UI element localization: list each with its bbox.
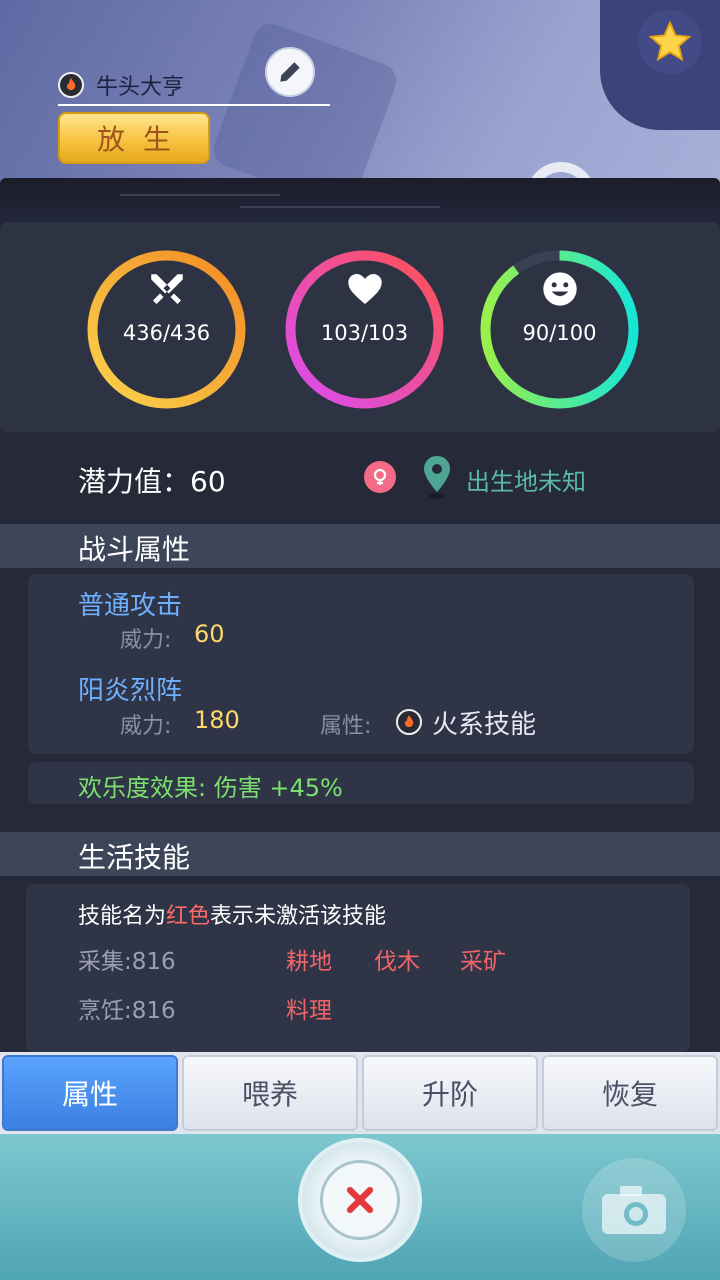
- camera-icon: [602, 1186, 666, 1234]
- favorite-button[interactable]: [638, 10, 702, 74]
- release-button[interactable]: 放生: [58, 112, 210, 164]
- gathering-level: 采集:816: [78, 949, 176, 975]
- star-icon: [648, 20, 692, 62]
- pencil-icon: [280, 62, 300, 82]
- life-skill-item[interactable]: 伐木: [374, 942, 420, 976]
- close-button[interactable]: [298, 1138, 422, 1262]
- edit-name-button[interactable]: [265, 47, 315, 97]
- happiness-value: 90/100: [522, 321, 597, 345]
- fire-element-icon: [396, 709, 422, 735]
- cooking-level: 烹饪:816: [78, 998, 176, 1024]
- attribute-value: 火系技能: [432, 710, 537, 740]
- heart-icon: [347, 274, 382, 304]
- happiness-ring: 90/100: [477, 247, 642, 412]
- joy-effect: 欢乐度效果: 伤害 +45%: [78, 774, 343, 802]
- attack-value: 436/436: [122, 321, 211, 345]
- skill-name: 普通攻击: [78, 591, 183, 621]
- close-icon: [346, 1186, 374, 1214]
- crossed-swords-icon: [150, 274, 183, 304]
- power-label: 威力:: [120, 714, 172, 739]
- fire-element-icon: [58, 72, 84, 98]
- health-ring: 103/103: [282, 247, 447, 412]
- skill-name: 阳炎烈阵: [78, 676, 183, 706]
- tab-feed[interactable]: 喂养: [182, 1055, 358, 1131]
- tab-upgrade[interactable]: 升阶: [362, 1055, 538, 1131]
- tab-recover[interactable]: 恢复: [542, 1055, 718, 1131]
- attribute-label: 属性:: [320, 714, 372, 739]
- power-value: 60: [194, 620, 225, 648]
- power-value: 180: [194, 706, 240, 734]
- life-skill-item[interactable]: 耕地: [286, 942, 332, 976]
- life-skill-item[interactable]: 料理: [286, 991, 332, 1025]
- life-skill-item[interactable]: 采矿: [460, 942, 506, 976]
- attack-ring: 436/436: [84, 247, 249, 412]
- panel-top-strip: [0, 178, 720, 224]
- life-section-title: 生活技能: [78, 841, 191, 874]
- health-value: 103/103: [320, 321, 409, 345]
- smiley-icon: [542, 272, 577, 306]
- birthplace-label: 出生地未知: [466, 468, 586, 496]
- life-skill-note: 技能名为红色表示未激活该技能: [78, 904, 387, 929]
- power-label: 威力:: [120, 628, 172, 653]
- tab-attributes[interactable]: 属性: [2, 1055, 178, 1131]
- potential-value: 潜力值：60: [78, 465, 226, 498]
- location-pin-icon: [424, 456, 450, 499]
- combat-section-title: 战斗属性: [78, 533, 191, 566]
- camera-button[interactable]: [582, 1158, 686, 1262]
- female-icon: [364, 461, 396, 493]
- pet-name: 牛头大亨: [96, 75, 185, 100]
- decorative-hexagon: [208, 18, 402, 200]
